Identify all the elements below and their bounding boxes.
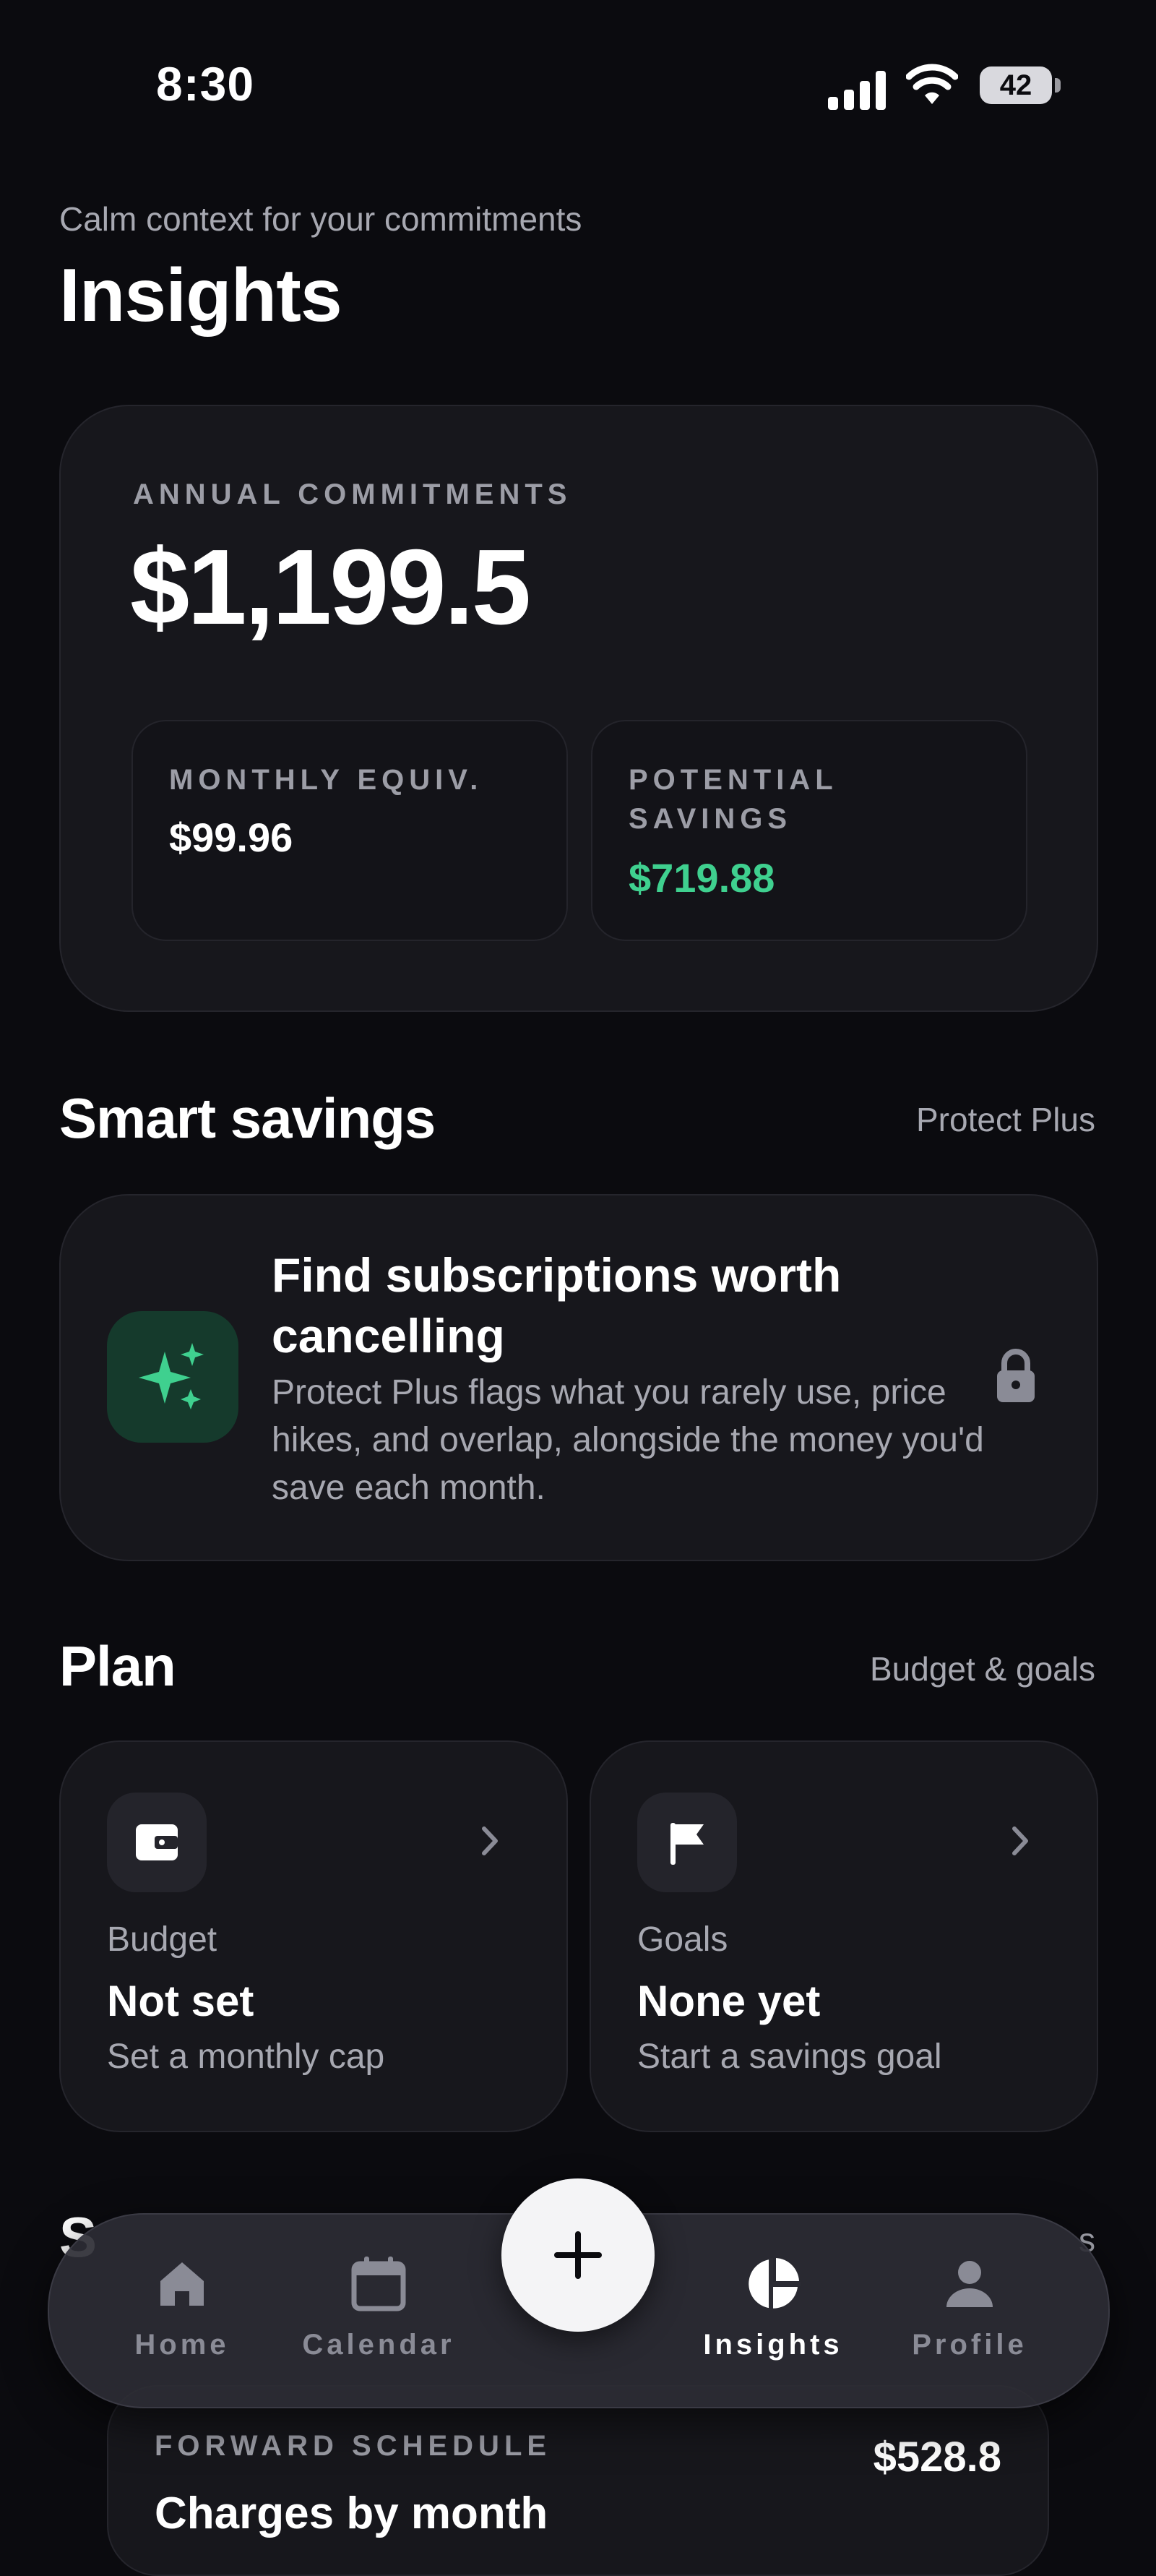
- tab-home-label: Home: [134, 2329, 230, 2361]
- calendar-icon: [350, 2255, 407, 2313]
- goals-value: None yet: [637, 1977, 821, 2025]
- tab-profile-label: Profile: [912, 2329, 1027, 2361]
- person-icon: [941, 2255, 998, 2313]
- chevron-right-icon: [1012, 1826, 1028, 1855]
- sparkle-icon: [107, 1311, 238, 1443]
- smart-savings-card[interactable]: Find subscriptions worth cancelling Prot…: [59, 1194, 1098, 1561]
- wallet-icon: [107, 1793, 207, 1892]
- forward-schedule-heading: Charges by month: [155, 2489, 548, 2538]
- goals-sub: Start a savings goal: [637, 2038, 942, 2076]
- budget-goals-link[interactable]: Budget & goals: [870, 1649, 1095, 1688]
- budget-sub: Set a monthly cap: [107, 2038, 385, 2076]
- status-time: 8:30: [156, 57, 255, 111]
- tab-home[interactable]: Home: [88, 2255, 276, 2361]
- annual-value: $1,199.5: [130, 528, 531, 647]
- wifi-icon: [906, 64, 958, 104]
- tab-calendar[interactable]: Calendar: [285, 2255, 473, 2361]
- smart-card-description: Protect Plus flags what you rarely use, …: [272, 1373, 984, 1507]
- tab-insights-label: Insights: [703, 2329, 843, 2361]
- monthly-value: $99.96: [169, 815, 293, 860]
- status-icons: 42: [828, 64, 1061, 110]
- tab-profile[interactable]: Profile: [876, 2255, 1064, 2361]
- forward-schedule-card[interactable]: FORWARD SCHEDULE $528.8 Charges by month: [107, 2385, 1049, 2576]
- budget-value: Not set: [107, 1977, 254, 2025]
- lock-icon: [997, 1349, 1035, 1402]
- goals-card[interactable]: Goals None yet Start a savings goal: [590, 1740, 1098, 2132]
- budget-card[interactable]: Budget Not set Set a monthly cap: [59, 1740, 568, 2132]
- potential-savings-card: POTENTIAL SAVINGS $719.88: [591, 720, 1027, 941]
- protect-plus-link[interactable]: Protect Plus: [916, 1100, 1095, 1139]
- annual-summary-card: ANNUAL COMMITMENTS $1,199.5 MONTHLY EQUI…: [59, 405, 1098, 1012]
- monthly-label: MONTHLY EQUIV.: [169, 764, 483, 796]
- budget-kicker: Budget: [107, 1920, 217, 1959]
- savings-value: $719.88: [629, 855, 775, 901]
- tab-insights[interactable]: Insights: [679, 2255, 867, 2361]
- battery-indicator: 42: [980, 66, 1052, 104]
- page-title: Insights: [59, 254, 342, 338]
- home-icon: [153, 2255, 211, 2313]
- smart-card-title: Find subscriptions worth cancelling: [272, 1248, 842, 1362]
- annual-label: ANNUAL COMMITMENTS: [133, 478, 572, 510]
- pie-chart-icon: [744, 2255, 802, 2313]
- savings-label: POTENTIAL SAVINGS: [629, 764, 837, 835]
- plan-title: Plan: [59, 1634, 176, 1698]
- monthly-equiv-card: MONTHLY EQUIV. $99.96: [131, 720, 568, 941]
- signal-icon: [828, 69, 887, 110]
- forward-schedule-value: $528.8: [873, 2434, 1001, 2481]
- smart-savings-title: Smart savings: [59, 1086, 436, 1150]
- flag-icon: [637, 1793, 737, 1892]
- plus-icon: [554, 2231, 602, 2279]
- battery-tip: [1055, 78, 1061, 93]
- chevron-right-icon: [482, 1826, 498, 1855]
- goals-kicker: Goals: [637, 1920, 728, 1959]
- forward-schedule-label: FORWARD SCHEDULE: [155, 2430, 552, 2462]
- page-subtitle: Calm context for your commitments: [59, 200, 582, 238]
- add-button[interactable]: [501, 2178, 655, 2332]
- tab-calendar-label: Calendar: [302, 2329, 455, 2361]
